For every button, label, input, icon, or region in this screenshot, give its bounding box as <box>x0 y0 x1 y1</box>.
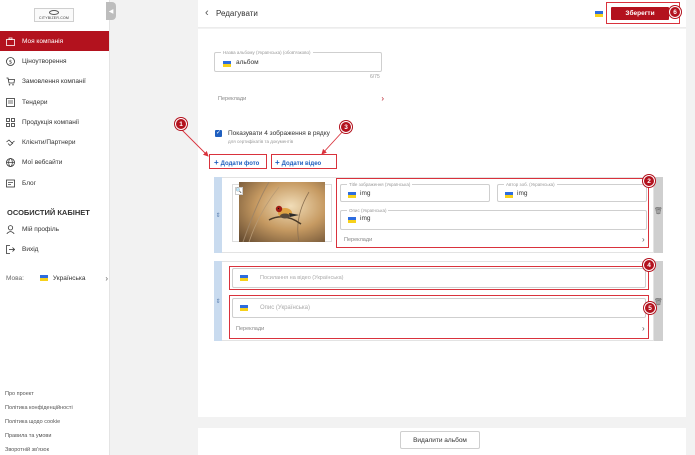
sidebar-item-label: Блог <box>22 179 37 187</box>
album-translations-row[interactable]: Переклади › <box>218 94 386 103</box>
page-title: Редагувати <box>216 9 258 18</box>
highlight-photo-fields <box>336 178 649 248</box>
footer-link-about[interactable]: Про проект <box>5 387 73 401</box>
briefcase-icon <box>6 37 15 46</box>
grid-icon <box>6 117 15 127</box>
tender-icon <box>6 97 15 107</box>
album-name-value: альбом <box>236 59 259 66</box>
sidebar-item-orders[interactable]: Замовлення компанії <box>0 72 109 92</box>
delete-album-button[interactable]: Видалити альбом <box>400 431 480 449</box>
photo-block-side <box>654 177 663 253</box>
svg-text:$: $ <box>9 59 13 65</box>
four-images-checkbox[interactable]: ✓ <box>215 130 222 137</box>
checkbox-sublabel: для сертифікатів та документів <box>228 139 294 144</box>
sidebar-item-my-company[interactable]: Моя компанія <box>0 31 109 52</box>
globe-icon <box>6 158 15 168</box>
badge-5: 5 <box>644 302 656 314</box>
logo-mark-icon <box>49 10 59 15</box>
footer-links: Про проект Політика конфіденційності Пол… <box>5 387 73 455</box>
sidebar-item-websites[interactable]: Мої вебсайти <box>0 153 109 173</box>
sidebar-item-label: Вихід <box>22 245 39 253</box>
cart-icon <box>6 77 15 86</box>
logout-icon <box>6 244 15 254</box>
sidebar-item-clients[interactable]: Клієнти/Партнери <box>0 132 109 152</box>
badge-1: 1 <box>175 118 187 130</box>
sidebar-collapse-button[interactable]: ◀ <box>106 2 116 20</box>
highlight-add-photo <box>209 154 267 169</box>
chevron-left-icon: ◀ <box>108 8 114 15</box>
badge-2: 2 <box>643 175 655 187</box>
sidebar: CITYBIZER.COM Моя компанія $ Ціноутворен… <box>0 0 110 455</box>
zoom-search-icon[interactable]: 🔍 <box>235 187 243 195</box>
blog-icon <box>6 179 15 188</box>
sidebar-item-label: Ціноутворення <box>22 57 67 65</box>
album-name-input[interactable]: Назва альбому (Українська) (обов'язково)… <box>214 50 382 72</box>
cabinet-title: ОСОБИСТИЙ КАБІНЕТ <box>7 208 90 217</box>
sidebar-nav: Моя компанія $ Ціноутворення Замовлення … <box>0 31 109 193</box>
drag-handle-icon[interactable]: ⇕ <box>214 261 222 341</box>
sidebar-item-pricing[interactable]: $ Ціноутворення <box>0 51 109 71</box>
highlight-video-link <box>229 266 649 290</box>
badge-3: 3 <box>340 121 352 133</box>
chevron-right-icon: › <box>381 94 384 103</box>
sidebar-item-label: Мої вебсайти <box>22 159 63 167</box>
ukraine-flag-icon <box>223 61 231 67</box>
sidebar-item-logout[interactable]: Вихід <box>6 242 38 256</box>
ukraine-flag-icon <box>39 275 48 281</box>
bird-photo-image <box>239 182 325 242</box>
handshake-icon <box>6 138 15 147</box>
sidebar-item-profile[interactable]: Мій профіль <box>6 222 59 236</box>
sidebar-item-label: Продукція компанії <box>22 118 80 126</box>
dollar-icon: $ <box>6 57 15 66</box>
language-value: Українська <box>52 274 86 282</box>
logo[interactable]: CITYBIZER.COM <box>34 8 74 22</box>
sidebar-item-label: Тендери <box>22 98 48 106</box>
highlight-video-desc <box>229 295 649 339</box>
language-selector[interactable]: Мова: Українська › <box>6 272 110 284</box>
photo-thumbnail[interactable] <box>239 182 325 242</box>
footer-link-cookie[interactable]: Політика щодо cookie <box>5 415 73 429</box>
char-counter: 6/75 <box>370 74 380 80</box>
sidebar-item-label: Клієнти/Партнери <box>22 139 76 147</box>
ukraine-flag-icon[interactable] <box>595 11 603 17</box>
badge-6: 6 <box>669 6 681 18</box>
back-arrow-icon[interactable]: ‹ <box>205 7 209 19</box>
highlight-add-video <box>271 154 337 169</box>
drag-handle-icon[interactable]: ⇕ <box>214 177 222 253</box>
footer-link-terms[interactable]: Правила та умови <box>5 429 73 443</box>
trash-icon[interactable]: 🗑 <box>654 207 663 215</box>
badge-4: 4 <box>643 259 655 271</box>
sidebar-item-tenders[interactable]: Тендери <box>0 92 109 112</box>
sidebar-item-products[interactable]: Продукція компанії <box>0 112 109 132</box>
user-icon <box>6 224 15 234</box>
sidebar-item-label: Замовлення компанії <box>22 78 86 86</box>
checkbox-label: Показувати 4 зображення в рядку <box>228 130 330 137</box>
footer-link-feedback[interactable]: Зворотній зв'язок <box>5 443 73 455</box>
footer-link-privacy[interactable]: Політика конфіденційності <box>5 401 73 415</box>
sidebar-item-label: Моя компанія <box>22 37 64 45</box>
language-label: Мова: <box>6 274 24 282</box>
sidebar-item-label: Мій профіль <box>22 225 60 233</box>
chevron-right-icon: › <box>105 273 108 283</box>
translations-label: Переклади <box>218 96 247 102</box>
logo-text: CITYBIZER.COM <box>38 16 70 20</box>
sidebar-item-blog[interactable]: Блог <box>0 173 109 193</box>
album-name-label: Назва альбому (Українська) (обов'язково) <box>221 50 313 55</box>
